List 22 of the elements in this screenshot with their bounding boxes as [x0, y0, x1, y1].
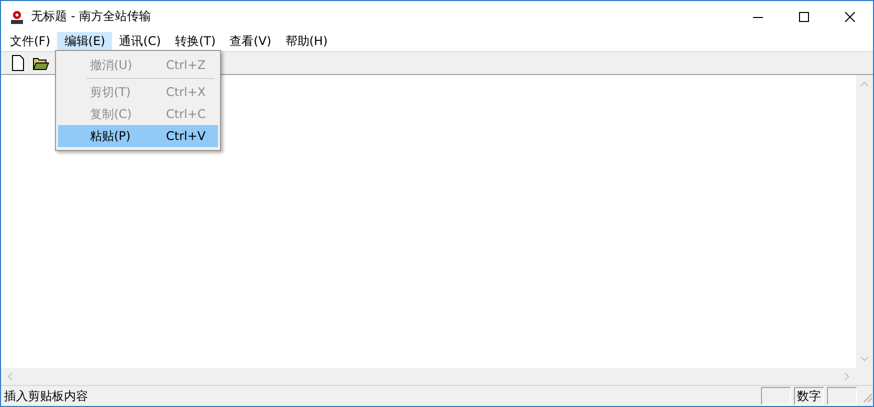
status-message: 插入剪贴板内容: [3, 388, 89, 404]
menu-item[interactable]: 编辑(E): [57, 32, 112, 51]
maximize-icon: [799, 12, 809, 22]
scroll-left-icon[interactable]: [7, 372, 13, 381]
menu-entry[interactable]: 粘贴(P) Ctrl+V: [58, 125, 218, 147]
horizontal-scrollbar[interactable]: [1, 368, 856, 385]
new-document-button[interactable]: [9, 53, 27, 73]
scroll-down-icon[interactable]: [860, 356, 869, 362]
app-icon: [9, 8, 25, 24]
menu-item[interactable]: 转换(T): [168, 32, 223, 51]
status-pane: [761, 387, 791, 405]
status-pane: [827, 387, 857, 405]
window-title: 无标题 - 南方全站传输: [31, 8, 151, 25]
menu-item[interactable]: 通讯(C): [112, 32, 168, 51]
close-icon: [845, 12, 855, 22]
menu-item[interactable]: 查看(V): [222, 32, 278, 51]
menu-item[interactable]: 帮助(H): [278, 32, 335, 51]
menu-item[interactable]: 文件(F): [3, 32, 58, 51]
scroll-up-icon[interactable]: [860, 81, 869, 87]
status-pane: 数字: [794, 387, 824, 405]
scroll-right-icon[interactable]: [844, 372, 850, 381]
vertical-scrollbar[interactable]: [856, 75, 873, 368]
